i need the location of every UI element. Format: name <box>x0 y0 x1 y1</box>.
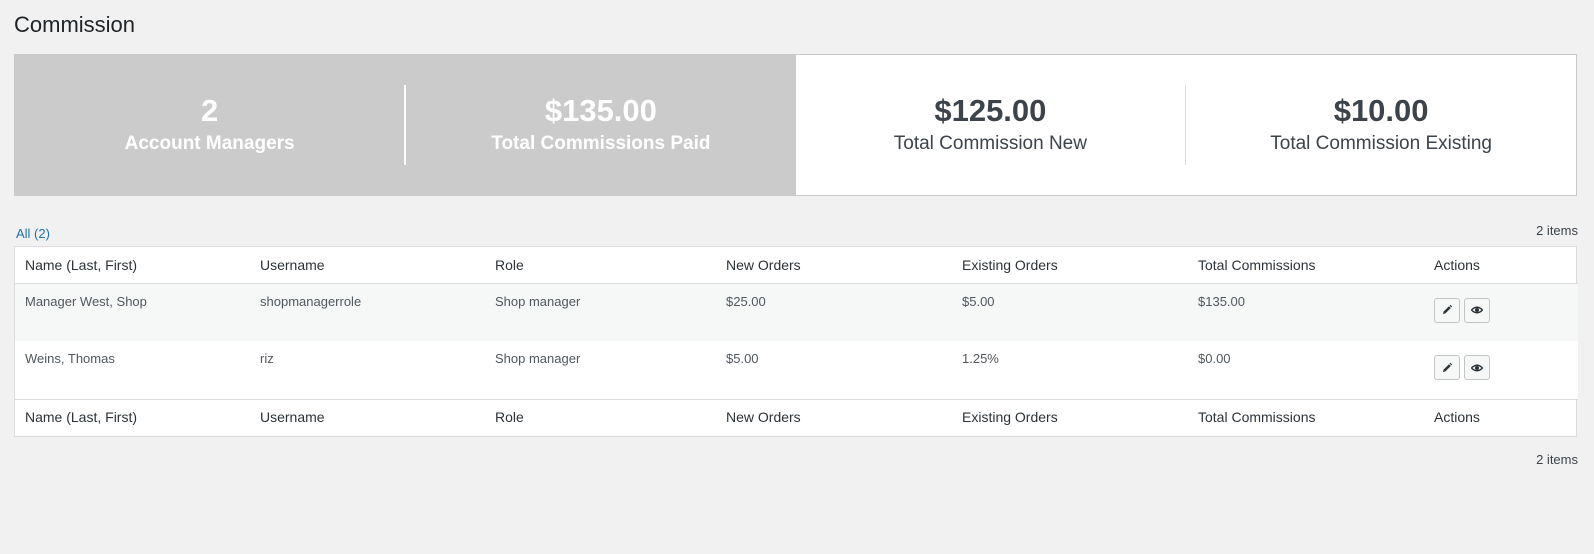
stat-label: Total Commissions Paid <box>491 133 711 154</box>
column-footer-total-commissions: Total Commissions <box>1188 398 1424 434</box>
table-row: Weins, Thomas riz Shop manager $5.00 1.2… <box>15 341 1578 399</box>
pencil-icon <box>1443 304 1453 314</box>
cell-role: Shop manager <box>495 293 581 309</box>
eye-icon <box>1471 364 1483 371</box>
cell-name: Weins, Thomas <box>25 351 115 366</box>
column-header-role: Role <box>485 247 716 284</box>
stat-value: $125.00 <box>934 93 1047 128</box>
stat-account-managers: 2 Account Managers <box>15 93 404 157</box>
cell-existing-orders: 1.25% <box>962 351 999 366</box>
pencil-icon <box>1443 362 1453 372</box>
stat-value: 2 <box>201 93 219 128</box>
stat-total-commissions-paid: $135.00 Total Commissions Paid <box>406 93 795 157</box>
column-footer-existing-orders: Existing Orders <box>952 398 1188 434</box>
stat-label: Total Commission New <box>893 133 1087 154</box>
cell-username: riz <box>260 351 274 366</box>
column-header-username: Username <box>250 247 485 284</box>
items-count-bottom: 2 items <box>1536 452 1578 467</box>
cell-new-orders: $25.00 <box>726 293 766 309</box>
table-header-row: Name (Last, First) Username Role New Ord… <box>15 247 1578 284</box>
cell-total-commissions: $135.00 <box>1198 293 1245 309</box>
cell-actions <box>1424 341 1578 399</box>
stats-group-paid: 2 Account Managers $135.00 Total Commiss… <box>15 55 796 195</box>
stat-total-commission-new: $125.00 Total Commission New <box>796 93 1186 157</box>
eye-icon <box>1471 306 1483 314</box>
column-header-name: Name (Last, First) <box>15 247 250 284</box>
stat-total-commission-existing: $10.00 Total Commission Existing <box>1186 93 1576 157</box>
stat-value: $135.00 <box>544 93 657 128</box>
column-footer-username: Username <box>250 398 485 434</box>
column-footer-new-orders: New Orders <box>716 398 952 434</box>
column-header-new-orders: New Orders <box>716 247 952 284</box>
cell-name: Manager West, Shop <box>25 293 147 309</box>
cell-new-orders: $5.00 <box>726 351 759 366</box>
commission-table: Name (Last, First) Username Role New Ord… <box>14 246 1578 437</box>
stat-value: $10.00 <box>1333 93 1429 128</box>
page-title: Commission <box>14 12 136 37</box>
stats-panel: 2 Account Managers $135.00 Total Commiss… <box>14 54 1577 196</box>
cell-total-commissions: $0.00 <box>1198 351 1231 366</box>
cell-username: shopmanagerrole <box>260 293 362 309</box>
column-header-actions: Actions <box>1424 247 1578 284</box>
column-footer-name: Name (Last, First) <box>15 398 250 434</box>
column-footer-actions: Actions <box>1424 398 1578 434</box>
filter-all-link[interactable]: All (2) <box>16 226 50 241</box>
cell-role: Shop manager <box>495 351 581 366</box>
cell-actions <box>1424 283 1578 341</box>
table-row: Manager West, Shop shopmanagerrole Shop … <box>15 283 1578 341</box>
column-header-existing-orders: Existing Orders <box>952 247 1188 284</box>
stats-group-breakdown: $125.00 Total Commission New $10.00 Tota… <box>795 55 1576 195</box>
cell-existing-orders: $5.00 <box>962 293 995 309</box>
view-button[interactable] <box>1464 297 1490 323</box>
column-header-total-commissions: Total Commissions <box>1188 247 1424 284</box>
table-footer-row: Name (Last, First) Username Role New Ord… <box>15 398 1578 434</box>
column-footer-role: Role <box>485 398 716 434</box>
items-count-top: 2 items <box>1536 223 1578 238</box>
edit-button[interactable] <box>1434 297 1460 323</box>
view-button[interactable] <box>1464 355 1490 380</box>
edit-button[interactable] <box>1434 355 1460 380</box>
stat-label: Account Managers <box>124 133 295 154</box>
stat-label: Total Commission Existing <box>1270 133 1492 154</box>
